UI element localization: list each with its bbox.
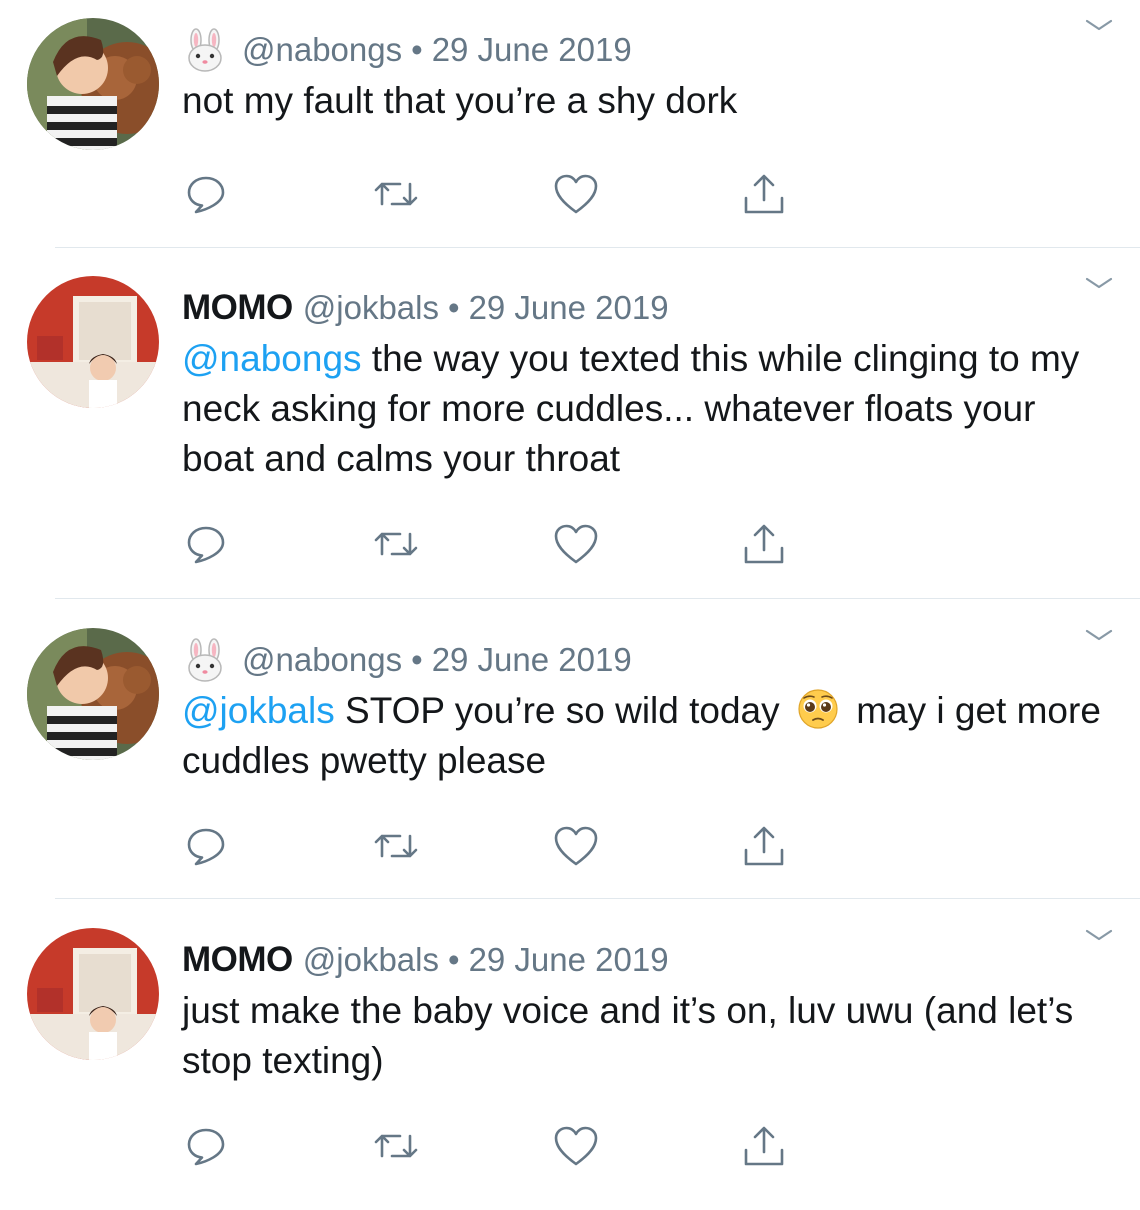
tweet-text: @jokbals STOP you’re so wild today may i… xyxy=(182,686,1112,786)
avatar[interactable] xyxy=(27,628,159,760)
retweet-icon xyxy=(374,532,418,556)
rabbit-face-emoji xyxy=(182,638,228,682)
tweet-text: not my fault that you’re a shy dork xyxy=(182,76,1112,126)
chevron-down-icon[interactable] xyxy=(1084,274,1114,292)
user-handle[interactable]: @jokbals xyxy=(303,941,439,979)
avatar[interactable] xyxy=(27,928,159,1060)
like-button[interactable] xyxy=(550,518,602,570)
pleading-face-emoji xyxy=(794,687,842,731)
tweet-actions xyxy=(0,1120,1140,1172)
retweet-button[interactable] xyxy=(370,518,422,570)
retweet-button[interactable] xyxy=(370,1120,422,1172)
like-icon xyxy=(554,1126,598,1166)
share-button[interactable] xyxy=(738,518,790,570)
share-icon xyxy=(744,1126,784,1166)
tweet-text: @nabongs the way you texted this while c… xyxy=(182,334,1112,484)
tweet-actions xyxy=(0,518,1140,570)
tweet[interactable]: MOMO @jokbals • 29 June 2019 @nabongs th… xyxy=(0,258,1140,564)
mention-link[interactable]: @nabongs xyxy=(182,338,362,379)
retweet-icon xyxy=(374,182,418,206)
display-name[interactable]: MOMO xyxy=(182,288,293,328)
reply-button[interactable] xyxy=(180,168,232,220)
reply-icon xyxy=(187,176,225,214)
reply-button[interactable] xyxy=(180,820,232,872)
reply-button[interactable] xyxy=(180,1120,232,1172)
tweet-date[interactable]: 29 June 2019 xyxy=(432,641,632,679)
tweet[interactable]: @nabongs • 29 June 2019 @jokbals STOP yo… xyxy=(0,610,1140,910)
divider xyxy=(55,247,1140,248)
divider xyxy=(55,598,1140,599)
tweet-date[interactable]: 29 June 2019 xyxy=(469,289,669,327)
share-icon xyxy=(744,174,784,214)
like-button[interactable] xyxy=(550,820,602,872)
tweet-text-content: STOP you’re so wild today xyxy=(334,690,790,731)
avatar[interactable] xyxy=(27,18,159,150)
like-icon xyxy=(554,826,598,866)
separator: • xyxy=(448,289,460,326)
chevron-down-icon[interactable] xyxy=(1084,626,1114,644)
share-button[interactable] xyxy=(738,820,790,872)
like-button[interactable] xyxy=(550,168,602,220)
tweet-header: @nabongs • 29 June 2019 xyxy=(182,28,632,72)
share-button[interactable] xyxy=(738,168,790,220)
separator: • xyxy=(411,641,423,678)
rabbit-face-emoji xyxy=(182,28,228,72)
share-icon xyxy=(744,524,784,564)
chevron-down-icon[interactable] xyxy=(1084,926,1114,944)
share-icon xyxy=(744,826,784,866)
like-icon xyxy=(554,524,598,564)
separator: • xyxy=(448,941,460,978)
reply-button[interactable] xyxy=(180,518,232,570)
retweet-icon xyxy=(374,834,418,858)
tweet-text-content: not my fault that you’re a shy dork xyxy=(182,80,738,121)
chevron-down-icon[interactable] xyxy=(1084,16,1114,34)
reply-icon xyxy=(187,828,225,866)
tweet-text-content: just make the baby voice and it’s on, lu… xyxy=(182,990,1074,1081)
separator: • xyxy=(411,31,423,68)
tweet-text: just make the baby voice and it’s on, lu… xyxy=(182,986,1112,1086)
tweet-header: @nabongs • 29 June 2019 xyxy=(182,638,632,682)
divider xyxy=(55,898,1140,899)
user-handle[interactable]: @nabongs xyxy=(242,641,402,679)
user-handle[interactable]: @jokbals xyxy=(303,289,439,327)
tweet-date[interactable]: 29 June 2019 xyxy=(432,31,632,69)
tweet-actions xyxy=(0,820,1140,872)
reply-icon xyxy=(187,526,225,564)
like-button[interactable] xyxy=(550,1120,602,1172)
user-handle[interactable]: @nabongs xyxy=(242,31,402,69)
tweet-actions xyxy=(0,168,1140,220)
avatar[interactable] xyxy=(27,276,159,408)
like-icon xyxy=(554,174,598,214)
tweet[interactable]: MOMO @jokbals • 29 June 2019 just make t… xyxy=(0,910,1140,1210)
tweet-header: MOMO @jokbals • 29 June 2019 xyxy=(182,286,669,330)
display-name[interactable]: MOMO xyxy=(182,940,293,980)
retweet-button[interactable] xyxy=(370,168,422,220)
mention-link[interactable]: @jokbals xyxy=(182,690,335,731)
reply-icon xyxy=(187,1128,225,1166)
retweet-button[interactable] xyxy=(370,820,422,872)
retweet-icon xyxy=(374,1134,418,1158)
tweet-header: MOMO @jokbals • 29 June 2019 xyxy=(182,938,669,982)
share-button[interactable] xyxy=(738,1120,790,1172)
tweet[interactable]: @nabongs • 29 June 2019 not my fault tha… xyxy=(0,0,1140,300)
tweet-date[interactable]: 29 June 2019 xyxy=(469,941,669,979)
